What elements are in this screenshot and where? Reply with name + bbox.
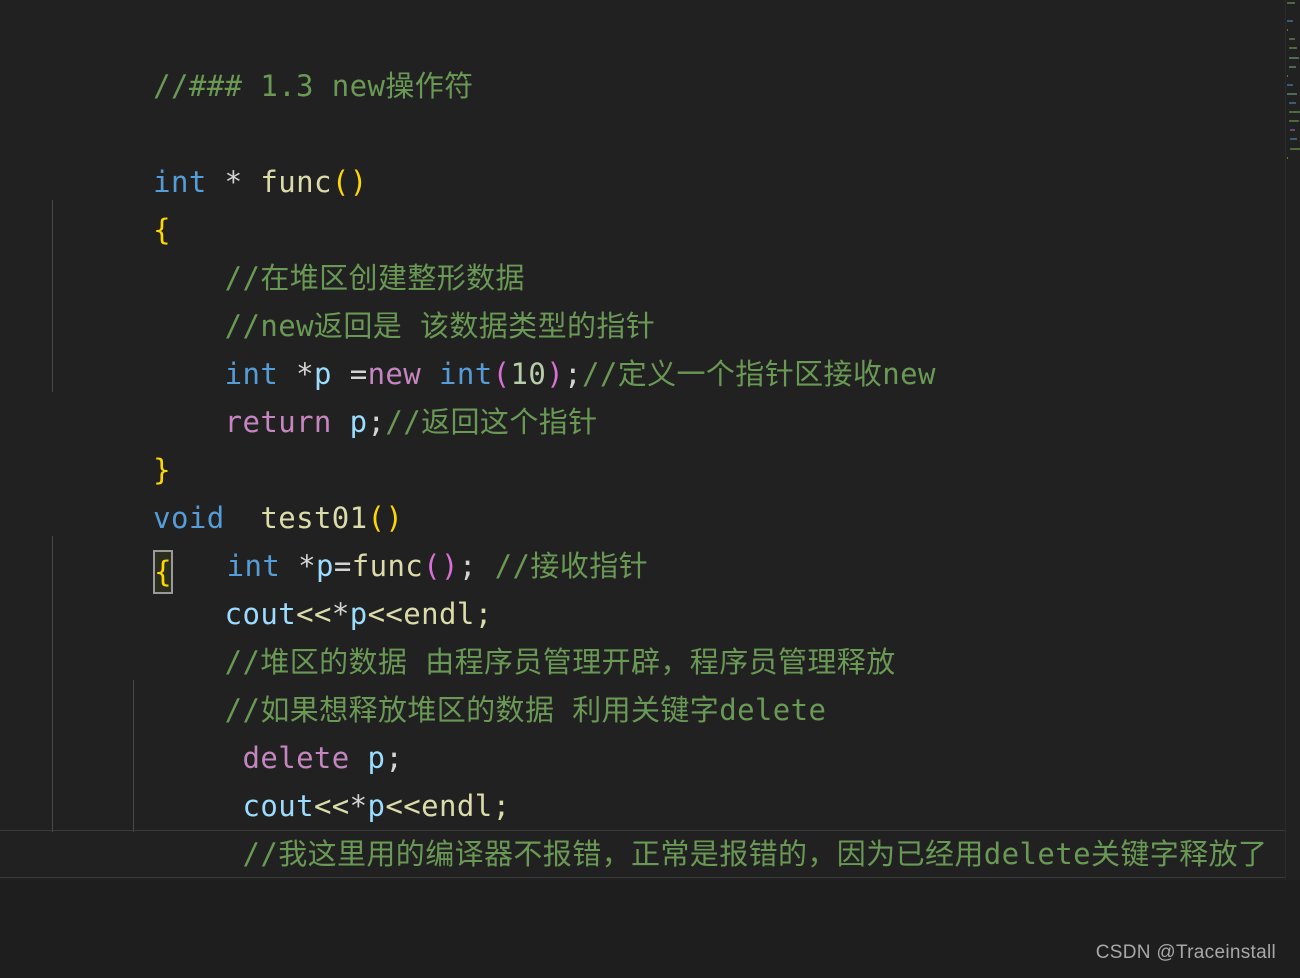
minimap-block xyxy=(1289,47,1297,50)
minimap-row xyxy=(1286,0,1300,9)
minimap-block xyxy=(1287,83,1293,86)
minimap-block xyxy=(1289,102,1296,105)
minimap-row xyxy=(1286,9,1300,18)
code-line-5[interactable]: //在堆区创建整形数据 xyxy=(0,206,1285,295)
code-line-9[interactable]: } xyxy=(0,398,1285,487)
minimap-row xyxy=(1286,64,1300,73)
code-line-4[interactable]: { xyxy=(0,158,1285,247)
minimap-block xyxy=(1290,129,1295,132)
watermark-label: CSDN @Traceinstall xyxy=(1095,942,1276,963)
code-line-2[interactable] xyxy=(0,62,1285,110)
minimap-row xyxy=(1286,146,1300,155)
minimap-block xyxy=(1287,156,1288,159)
code-line-11[interactable]: { int *p=func(); //接收指针 xyxy=(0,494,1285,594)
minimap-row xyxy=(1286,18,1300,27)
code-surface[interactable]: //### 1.3 new操作符 int * func() { //在堆区创建整… xyxy=(0,0,1285,930)
code-line-16[interactable]: cout<<*p<<endl; xyxy=(0,734,1285,823)
minimap-block xyxy=(1289,38,1295,41)
minimap-block xyxy=(1287,74,1288,77)
minimap-block xyxy=(1287,29,1288,32)
code-line-12[interactable]: cout<<*p<<endl; xyxy=(0,542,1285,631)
minimap-row xyxy=(1286,109,1300,118)
code-line-10[interactable]: void test01() xyxy=(0,446,1285,535)
code-line-1[interactable]: //### 1.3 new操作符 xyxy=(0,14,1285,103)
minimap-row xyxy=(1286,82,1300,91)
minimap-block xyxy=(1290,138,1297,141)
minimap-row xyxy=(1286,127,1300,136)
code-line-8[interactable]: return p;//返回这个指针 xyxy=(0,350,1285,439)
minimap-row xyxy=(1286,27,1300,36)
minimap-row xyxy=(1286,73,1300,82)
minimap-row xyxy=(1286,55,1300,64)
bottom-strip: CSDN @Traceinstall xyxy=(0,880,1300,972)
minimap-block xyxy=(1289,56,1299,59)
minimap-row xyxy=(1286,155,1300,164)
code-line-13[interactable]: //堆区的数据 由程序员管理开辟，程序员管理释放 xyxy=(0,590,1285,679)
minimap-block xyxy=(1289,120,1299,123)
minimap-row xyxy=(1286,100,1300,109)
code-line-17[interactable]: //我这里用的编译器不报错，正常是报错的，因为已经用delete关键字释放了 xyxy=(0,782,1285,871)
code-line-6[interactable]: //new返回是 该数据类型的指针 xyxy=(0,254,1285,343)
minimap-row xyxy=(1286,91,1300,100)
code-line-18[interactable]: } xyxy=(0,830,1285,930)
minimap-block xyxy=(1287,2,1295,4)
minimap-block xyxy=(1290,147,1300,150)
minimap-row xyxy=(1286,45,1300,54)
code-line-3[interactable]: int * func() xyxy=(0,110,1285,199)
code-line-7[interactable]: int *p =new int(10);//定义一个指针区接收new xyxy=(0,302,1285,391)
minimap-row xyxy=(1286,118,1300,127)
minimap[interactable] xyxy=(1285,0,1300,880)
code-editor[interactable]: //### 1.3 new操作符 int * func() { //在堆区创建整… xyxy=(0,0,1300,972)
minimap-row xyxy=(1286,136,1300,145)
minimap-block xyxy=(1287,92,1297,95)
minimap-row xyxy=(1286,36,1300,45)
code-line-15[interactable]: delete p; xyxy=(0,686,1285,775)
minimap-block xyxy=(1287,20,1293,23)
minimap-block xyxy=(1289,65,1296,68)
minimap-block xyxy=(1289,111,1300,114)
code-line-14[interactable]: //如果想释放堆区的数据 利用关键字delete xyxy=(0,638,1285,727)
